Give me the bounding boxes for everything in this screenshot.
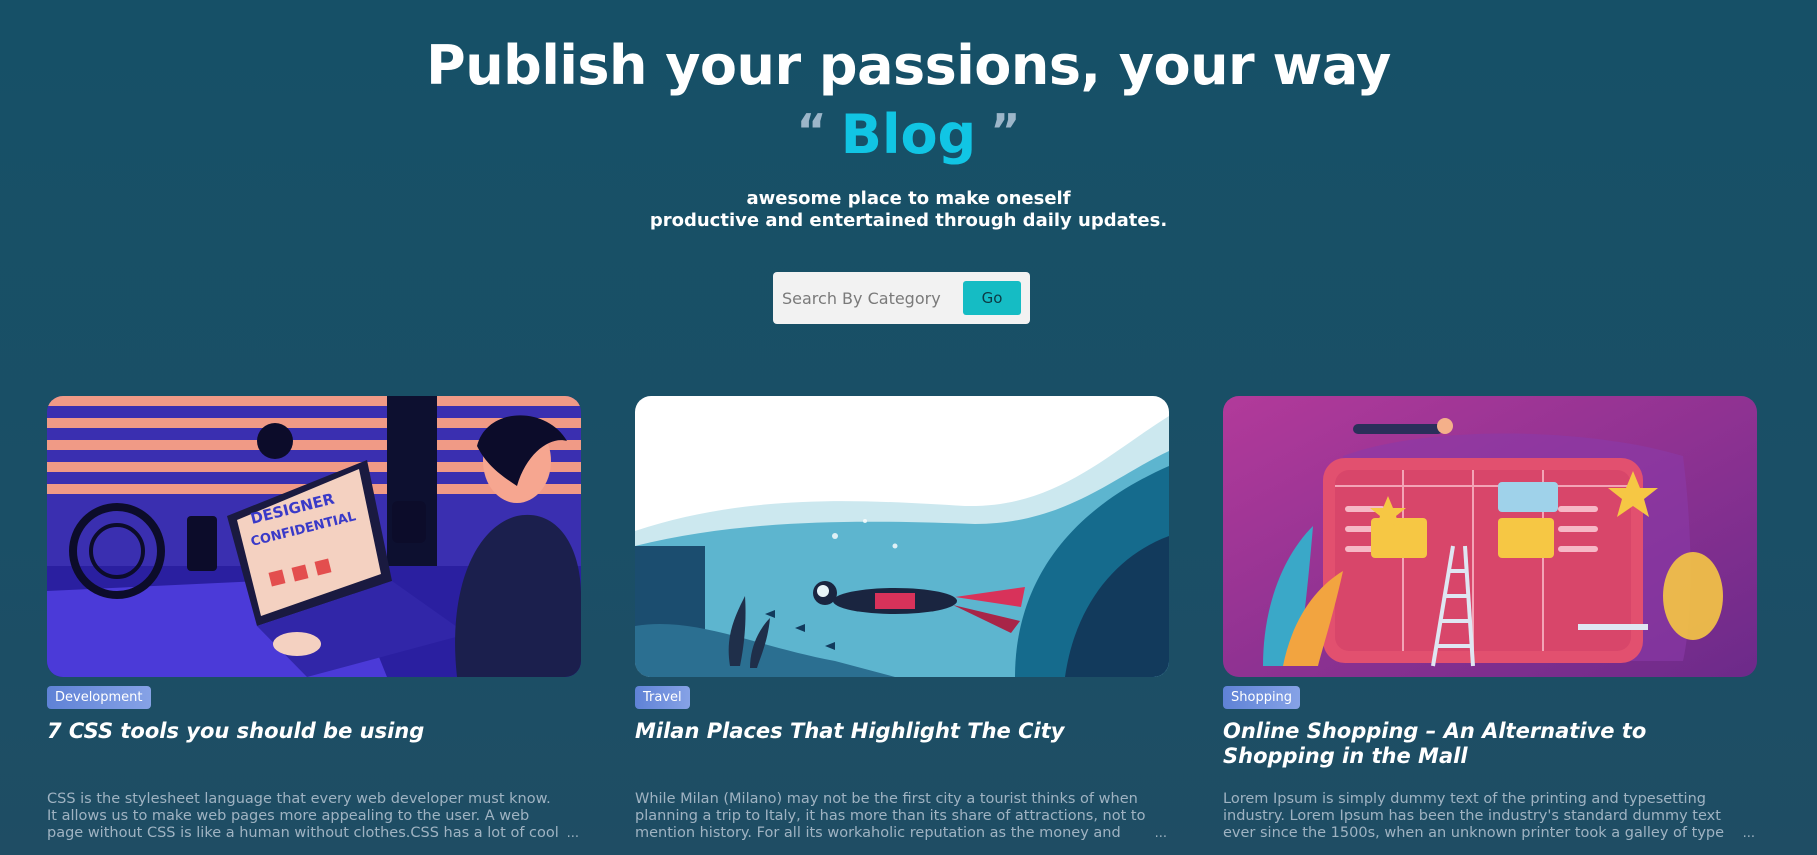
category-badge[interactable]: Development — [47, 686, 151, 709]
category-badge[interactable]: Travel — [635, 686, 690, 709]
search-bar: Go — [773, 272, 1030, 324]
card-excerpt: Lorem Ipsum is simply dummy text of the … — [1223, 791, 1757, 842]
blog-card[interactable]: DESIGNER CONFIDENTIAL Development 7 CSS … — [47, 396, 581, 842]
blog-word: Blog — [840, 103, 977, 166]
hero-section: Publish your passions, your way “Blog” a… — [0, 0, 1817, 232]
card-excerpt-text: CSS is the stylesheet language that ever… — [47, 791, 559, 841]
read-more-ellipsis[interactable]: ... — [1155, 825, 1167, 842]
card-image-travel[interactable] — [635, 396, 1169, 677]
hero-subtitle: awesome place to make oneself productive… — [0, 188, 1817, 232]
blog-heading: “Blog” — [0, 100, 1817, 166]
page-title: Publish your passions, your way — [426, 34, 1391, 97]
read-more-ellipsis[interactable]: ... — [1743, 825, 1755, 842]
go-button[interactable]: Go — [963, 281, 1021, 315]
card-image-shopping[interactable] — [1223, 396, 1757, 677]
open-quote: “ — [796, 104, 827, 158]
blog-card[interactable]: Travel Milan Places That Highlight The C… — [635, 396, 1169, 842]
close-quote: ” — [990, 104, 1021, 158]
card-image-development[interactable]: DESIGNER CONFIDENTIAL — [47, 396, 581, 677]
blog-card[interactable]: Shopping Online Shopping – An Alternativ… — [1223, 396, 1757, 842]
read-more-ellipsis[interactable]: ... — [567, 825, 579, 842]
card-excerpt-text: While Milan (Milano) may not be the firs… — [635, 791, 1146, 841]
diver-underwater-illustration — [635, 396, 1169, 677]
card-title[interactable]: 7 CSS tools you should be using — [47, 719, 581, 769]
card-title[interactable]: Milan Places That Highlight The City — [635, 719, 1169, 769]
card-title[interactable]: Online Shopping – An Alternative to Shop… — [1223, 719, 1757, 769]
card-excerpt: CSS is the stylesheet language that ever… — [47, 791, 581, 842]
card-excerpt-text: Lorem Ipsum is simply dummy text of the … — [1223, 791, 1725, 841]
search-input[interactable] — [782, 283, 954, 313]
designer-desk-illustration: DESIGNER CONFIDENTIAL — [47, 396, 581, 677]
subtitle-line-2: productive and entertained through daily… — [649, 210, 1168, 231]
shopping-board-illustration — [1223, 396, 1757, 677]
card-excerpt: While Milan (Milano) may not be the firs… — [635, 791, 1169, 842]
category-badge[interactable]: Shopping — [1223, 686, 1301, 709]
blog-card-list: DESIGNER CONFIDENTIAL Development 7 CSS … — [47, 396, 1757, 842]
subtitle-line-1: awesome place to make oneself — [746, 188, 1071, 209]
